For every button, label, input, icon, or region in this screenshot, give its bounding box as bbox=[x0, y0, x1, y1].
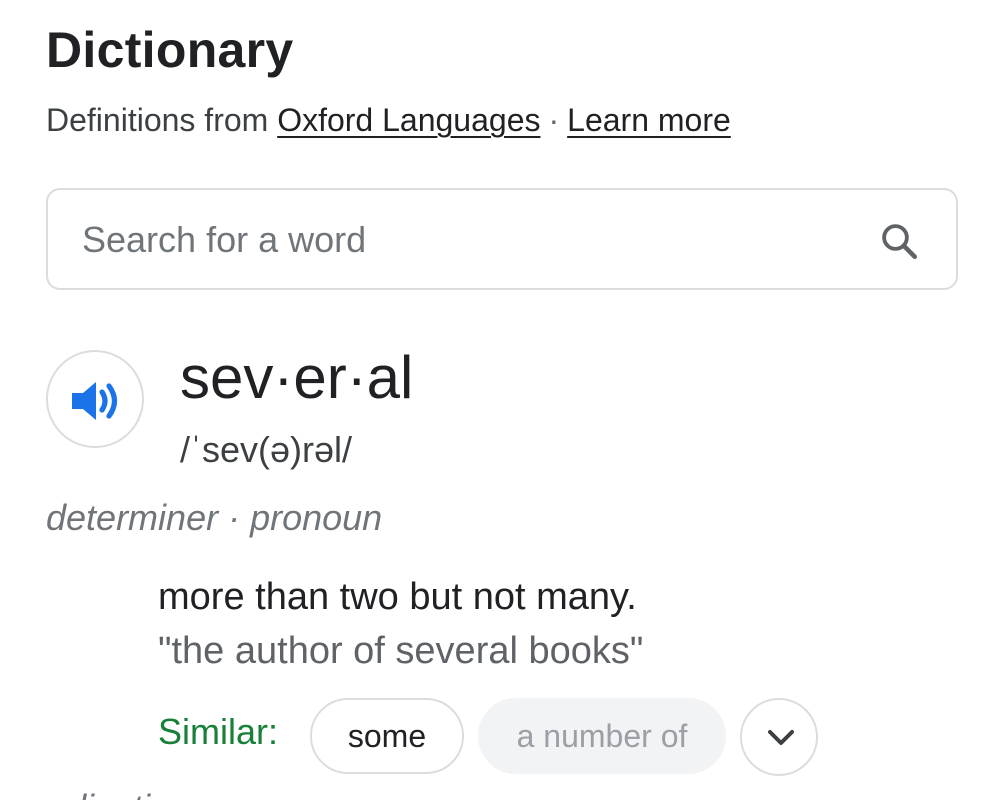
expand-similar-button[interactable] bbox=[740, 698, 818, 776]
similar-label: Similar: bbox=[158, 711, 279, 752]
page-title: Dictionary bbox=[46, 22, 294, 78]
search-icon[interactable] bbox=[878, 220, 920, 262]
part-of-speech: determiner · pronoun bbox=[46, 497, 383, 538]
similar-chip-some[interactable]: some bbox=[310, 698, 464, 774]
definition-text: more than two but not many. bbox=[158, 576, 637, 618]
phonetic-spelling: /ˈsev(ə)rəl/ bbox=[180, 429, 353, 470]
oxford-languages-link[interactable]: Oxford Languages bbox=[277, 102, 540, 138]
example-sentence: "the author of several books" bbox=[158, 630, 644, 672]
learn-more-link[interactable]: Learn more bbox=[567, 102, 731, 138]
speaker-icon bbox=[72, 382, 118, 420]
headword: sev·er·al bbox=[180, 344, 414, 411]
attribution-line: Definitions from Oxford Languages · Learn … bbox=[46, 100, 731, 140]
pronunciation-audio-button[interactable] bbox=[46, 350, 144, 448]
search-box[interactable] bbox=[46, 188, 958, 290]
dictionary-card: Dictionary Definitions from Oxford Langu… bbox=[0, 0, 1001, 800]
attribution-separator: · bbox=[548, 102, 560, 138]
chevron-down-icon bbox=[768, 730, 794, 745]
next-part-of-speech: adjective bbox=[46, 786, 188, 800]
similar-chip-a-number-of[interactable]: a number of bbox=[478, 698, 726, 774]
attribution-prefix: Definitions from bbox=[46, 102, 269, 138]
search-input[interactable] bbox=[82, 208, 842, 272]
